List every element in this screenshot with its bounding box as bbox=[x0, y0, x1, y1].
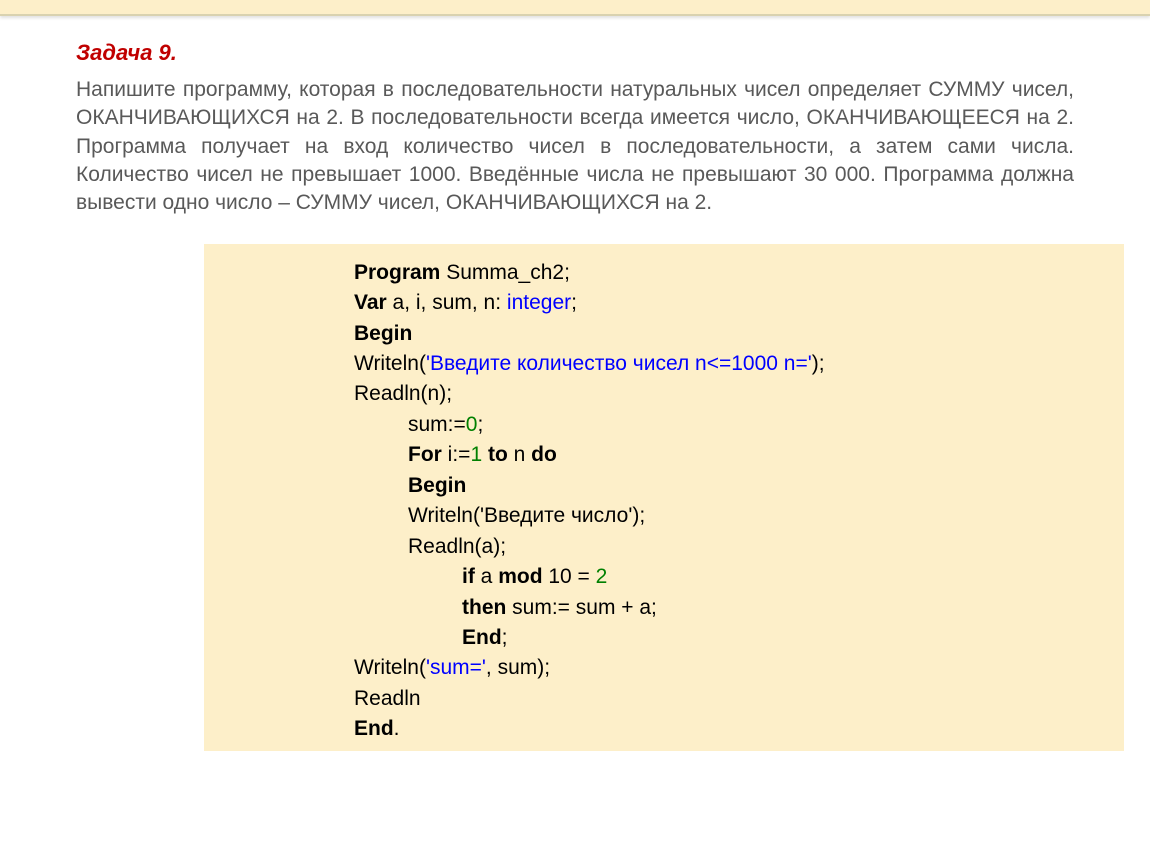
code-line-13: End; bbox=[354, 623, 1114, 653]
code-line-11: if a mod 10 = 2 bbox=[354, 562, 1114, 592]
code-line-6: sum:=0; bbox=[354, 410, 1114, 440]
code-line-7: For i:=1 to n do bbox=[354, 440, 1114, 470]
code-line-9: Writeln('Введите число'); bbox=[354, 501, 1114, 531]
code-line-3: Begin bbox=[354, 319, 1114, 349]
code-line-15: Readln bbox=[354, 684, 1114, 714]
code-line-1: Program Summa_ch2; bbox=[354, 258, 1114, 288]
code-block: Program Summa_ch2; Var a, i, sum, n: int… bbox=[204, 244, 1124, 751]
code-line-16: End. bbox=[354, 714, 1114, 744]
code-line-8: Begin bbox=[354, 471, 1114, 501]
code-line-2: Var a, i, sum, n: integer; bbox=[354, 288, 1114, 318]
code-line-12: then sum:= sum + a; bbox=[354, 593, 1114, 623]
task-title: Задача 9. bbox=[76, 40, 1074, 66]
code-line-5: Readln(n); bbox=[354, 379, 1114, 409]
top-stripe bbox=[0, 0, 1150, 16]
problem-statement: Напишите программу, которая в последоват… bbox=[76, 76, 1074, 218]
code-line-14: Writeln('sum=', sum); bbox=[354, 653, 1114, 683]
code-line-10: Readln(a); bbox=[354, 532, 1114, 562]
code-line-4: Writeln('Введите количество чисел n<=100… bbox=[354, 349, 1114, 379]
page: Задача 9. Напишите программу, которая в … bbox=[0, 16, 1150, 751]
